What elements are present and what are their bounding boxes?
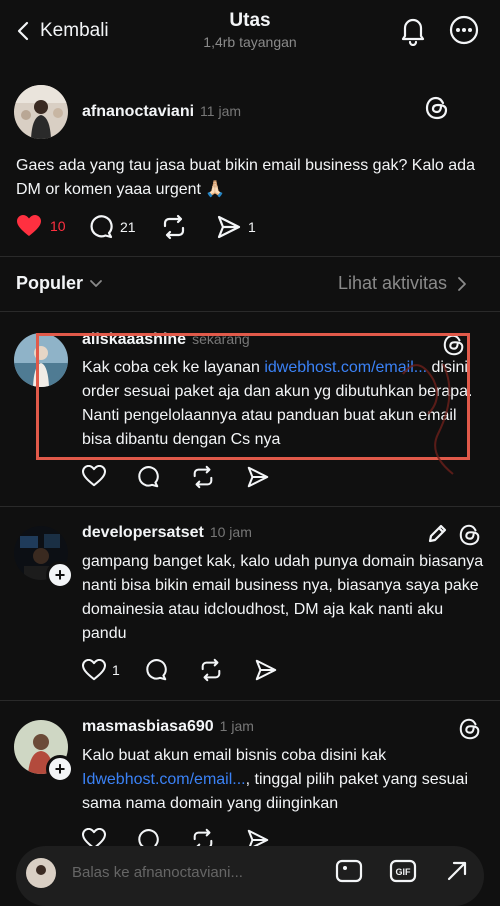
- edit-button[interactable]: [426, 523, 448, 545]
- send-icon: [217, 215, 241, 239]
- composer-placeholder[interactable]: Balas ke afnanoctaviani...: [72, 864, 243, 881]
- reply-text: gampang banget kak, kalo udah punya doma…: [82, 553, 484, 642]
- comment-button[interactable]: 21: [88, 214, 136, 240]
- threads-logo-button[interactable]: [424, 94, 450, 122]
- plus-icon: +: [54, 565, 66, 585]
- pencil-icon: [428, 524, 447, 543]
- share-count: 1: [248, 219, 256, 235]
- like-button[interactable]: 1: [82, 659, 120, 681]
- follow-button[interactable]: +: [46, 561, 74, 589]
- reply-actions: [82, 465, 270, 489]
- reply-link[interactable]: Idwebhost.com/email...: [82, 771, 246, 788]
- composer-avatar: [26, 858, 56, 888]
- repost-icon[interactable]: [198, 658, 224, 682]
- reply-text-part: Kalo buat akun email bisnis coba disini …: [82, 747, 387, 764]
- comment-icon[interactable]: [144, 658, 168, 682]
- image-icon[interactable]: [334, 858, 364, 884]
- expand-icon[interactable]: [444, 858, 470, 884]
- divider: [0, 256, 500, 257]
- svg-text:GIF: GIF: [396, 867, 412, 877]
- annotation-scribble: [402, 363, 454, 475]
- threads-icon: [459, 524, 480, 546]
- gif-icon[interactable]: GIF: [388, 858, 418, 884]
- username-text: masmasbiasa690: [82, 718, 214, 735]
- sort-label: Populer: [16, 273, 84, 293]
- follow-button[interactable]: +: [46, 755, 74, 783]
- notifications-button[interactable]: [398, 14, 428, 46]
- heart-icon: [82, 659, 106, 681]
- avatar-image: [14, 85, 68, 139]
- username-text: developersatset: [82, 524, 204, 541]
- heart-icon[interactable]: [82, 465, 106, 487]
- repost-icon[interactable]: [190, 465, 216, 489]
- divider: [0, 506, 500, 507]
- send-icon[interactable]: [246, 465, 270, 489]
- heart-filled-icon: [17, 215, 41, 236]
- divider: [0, 311, 500, 312]
- threads-icon: [425, 96, 448, 120]
- plus-icon: +: [54, 759, 66, 779]
- comment-icon[interactable]: [136, 465, 160, 489]
- author-username[interactable]: afnanoctaviani 11 jam: [82, 103, 241, 121]
- reply-time: 10 jam: [209, 524, 252, 540]
- comment-icon: [90, 215, 113, 239]
- like-count: 1: [112, 662, 120, 678]
- reply-username[interactable]: developersatset 10 jam: [82, 524, 252, 542]
- reply-actions: 1: [82, 658, 278, 682]
- sort-dropdown[interactable]: Populer: [16, 273, 103, 294]
- view-activity-link[interactable]: Lihat aktivitas: [338, 273, 467, 294]
- comment-count: 21: [120, 219, 136, 235]
- post-time: 11 jam: [200, 103, 242, 119]
- like-button[interactable]: 10: [16, 214, 66, 238]
- reply-text: Kalo buat akun email bisnis coba disini …: [82, 744, 482, 816]
- chevron-right-icon: [458, 276, 466, 291]
- reply-composer[interactable]: Balas ke afnanoctaviani... GIF: [16, 846, 484, 906]
- send-icon[interactable]: [254, 658, 278, 682]
- avatar-image: [26, 858, 56, 888]
- username-text: afnanoctaviani: [82, 103, 195, 120]
- reply-time: 1 jam: [219, 718, 254, 734]
- chevron-down-icon: [90, 279, 102, 287]
- threads-logo-button[interactable]: [458, 716, 482, 742]
- like-count: 10: [50, 218, 66, 234]
- repost-button[interactable]: [160, 214, 188, 240]
- threads-icon: [459, 718, 480, 740]
- share-button[interactable]: 1: [216, 214, 256, 240]
- repost-icon: [163, 214, 185, 240]
- divider: [0, 700, 500, 701]
- more-options-button[interactable]: [448, 14, 480, 46]
- author-avatar[interactable]: [14, 85, 68, 139]
- view-activity-label: Lihat aktivitas: [338, 273, 448, 293]
- more-icon: [449, 15, 479, 45]
- threads-logo-button[interactable]: [458, 522, 482, 548]
- reply-username[interactable]: masmasbiasa690 1 jam: [82, 718, 254, 736]
- post-text: Gaes ada yang tau jasa buat bikin email …: [16, 157, 475, 198]
- bell-icon: [401, 18, 425, 46]
